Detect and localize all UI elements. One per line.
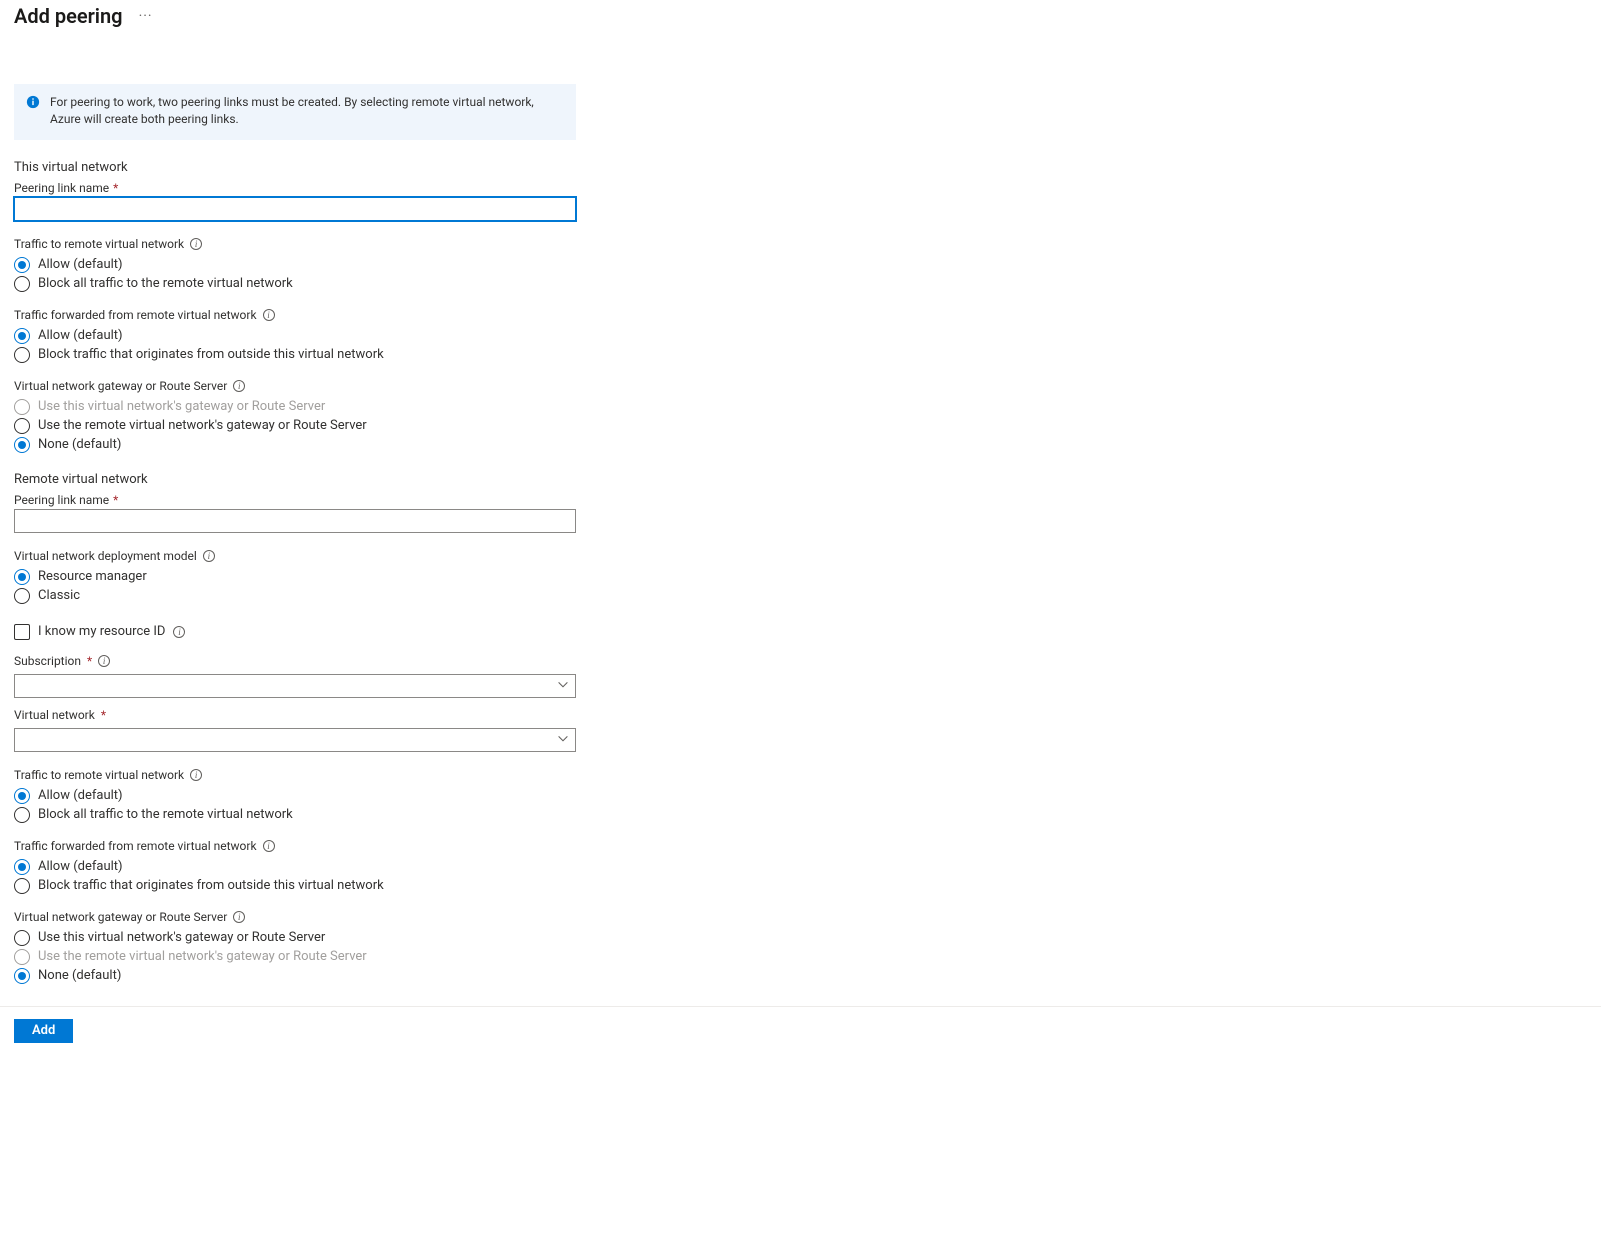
page-title: Add peering	[14, 4, 123, 28]
remote-traffic-forwarded-label: Traffic forwarded from remote virtual ne…	[14, 839, 576, 853]
checkbox-label: I know my resource ID	[38, 624, 165, 639]
info-icon	[26, 95, 40, 109]
subscription-select[interactable]	[14, 674, 576, 698]
footer-bar: Add	[0, 1006, 1601, 1055]
this-traffic-to-remote-label-text: Traffic to remote virtual network	[14, 237, 184, 251]
required-asterisk: *	[87, 654, 92, 668]
radio-label: Classic	[38, 588, 80, 603]
remote-gateway-use-this[interactable]: Use this virtual network's gateway or Ro…	[14, 930, 576, 946]
radio-label: Use the remote virtual network's gateway…	[38, 418, 367, 433]
radio-label: Block traffic that originates from outsi…	[38, 347, 384, 362]
checkbox-icon	[14, 624, 30, 640]
radio-label: None (default)	[38, 437, 121, 452]
this-gateway-use-this: Use this virtual network's gateway or Ro…	[14, 399, 576, 415]
remote-peerlink-label-text: Peering link name	[14, 493, 109, 507]
this-traffic-forwarded-label-text: Traffic forwarded from remote virtual ne…	[14, 308, 257, 322]
this-peerlink-label-text: Peering link name	[14, 181, 109, 195]
remote-gateway-label: Virtual network gateway or Route Server …	[14, 910, 576, 924]
radio-label: Allow (default)	[38, 328, 123, 343]
remote-peerlink-input[interactable]	[14, 509, 576, 533]
remote-traffic-forwarded-allow[interactable]: Allow (default)	[14, 859, 576, 875]
radio-label: Allow (default)	[38, 788, 123, 803]
subscription-label-text: Subscription	[14, 654, 81, 668]
remote-gateway-none[interactable]: None (default)	[14, 968, 576, 984]
info-banner: For peering to work, two peering links m…	[14, 84, 576, 140]
vnet-label: Virtual network *	[14, 708, 576, 722]
radio-label: Block traffic that originates from outsi…	[38, 878, 384, 893]
remote-gateway-use-remote: Use the remote virtual network's gateway…	[14, 949, 576, 965]
info-icon[interactable]: i	[263, 309, 275, 321]
remote-peerlink-label: Peering link name *	[14, 493, 576, 507]
info-icon[interactable]: i	[203, 550, 215, 562]
remote-traffic-forwarded-block[interactable]: Block traffic that originates from outsi…	[14, 878, 576, 894]
this-gateway-use-remote[interactable]: Use the remote virtual network's gateway…	[14, 418, 576, 434]
this-traffic-to-remote-label: Traffic to remote virtual network i	[14, 237, 576, 251]
remote-traffic-to-remote-label-text: Traffic to remote virtual network	[14, 768, 184, 782]
more-actions-icon[interactable]: ···	[139, 8, 153, 24]
deploy-model-rm[interactable]: Resource manager	[14, 569, 576, 585]
this-gateway-label-text: Virtual network gateway or Route Server	[14, 379, 227, 393]
remote-gateway-label-text: Virtual network gateway or Route Server	[14, 910, 227, 924]
remote-traffic-to-remote-allow[interactable]: Allow (default)	[14, 788, 576, 804]
vnet-select[interactable]	[14, 728, 576, 752]
radio-label: None (default)	[38, 968, 121, 983]
radio-label: Use this virtual network's gateway or Ro…	[38, 399, 325, 414]
info-icon[interactable]: i	[263, 840, 275, 852]
remote-vnet-heading: Remote virtual network	[14, 472, 576, 487]
deploy-model-label: Virtual network deployment model i	[14, 549, 576, 563]
info-icon[interactable]: i	[173, 626, 185, 638]
required-asterisk: *	[113, 181, 118, 195]
required-asterisk: *	[101, 708, 106, 722]
this-vnet-heading: This virtual network	[14, 160, 576, 175]
subscription-label: Subscription * i	[14, 654, 576, 668]
info-icon[interactable]: i	[190, 769, 202, 781]
this-traffic-forwarded-label: Traffic forwarded from remote virtual ne…	[14, 308, 576, 322]
radio-label: Use the remote virtual network's gateway…	[38, 949, 367, 964]
this-gateway-label: Virtual network gateway or Route Server …	[14, 379, 576, 393]
this-gateway-none[interactable]: None (default)	[14, 437, 576, 453]
this-peerlink-label: Peering link name *	[14, 181, 576, 195]
remote-traffic-forwarded-label-text: Traffic forwarded from remote virtual ne…	[14, 839, 257, 853]
radio-label: Use this virtual network's gateway or Ro…	[38, 930, 325, 945]
radio-label: Block all traffic to the remote virtual …	[38, 276, 293, 291]
info-icon[interactable]: i	[98, 655, 110, 667]
add-button[interactable]: Add	[14, 1019, 73, 1043]
radio-label: Allow (default)	[38, 859, 123, 874]
this-traffic-forwarded-block[interactable]: Block traffic that originates from outsi…	[14, 347, 576, 363]
know-resource-id-check[interactable]: I know my resource ID i	[14, 624, 576, 640]
radio-label: Resource manager	[38, 569, 147, 584]
deploy-model-label-text: Virtual network deployment model	[14, 549, 197, 563]
info-text: For peering to work, two peering links m…	[50, 94, 564, 128]
remote-traffic-to-remote-block[interactable]: Block all traffic to the remote virtual …	[14, 807, 576, 823]
info-icon[interactable]: i	[233, 911, 245, 923]
this-traffic-forwarded-allow[interactable]: Allow (default)	[14, 328, 576, 344]
this-traffic-to-remote-allow[interactable]: Allow (default)	[14, 257, 576, 273]
remote-traffic-to-remote-label: Traffic to remote virtual network i	[14, 768, 576, 782]
info-icon[interactable]: i	[190, 238, 202, 250]
vnet-label-text: Virtual network	[14, 708, 95, 722]
radio-label: Block all traffic to the remote virtual …	[38, 807, 293, 822]
deploy-model-classic[interactable]: Classic	[14, 588, 576, 604]
info-icon[interactable]: i	[233, 380, 245, 392]
this-peerlink-input[interactable]	[14, 197, 576, 221]
radio-label: Allow (default)	[38, 257, 123, 272]
this-traffic-to-remote-block[interactable]: Block all traffic to the remote virtual …	[14, 276, 576, 292]
required-asterisk: *	[113, 493, 118, 507]
